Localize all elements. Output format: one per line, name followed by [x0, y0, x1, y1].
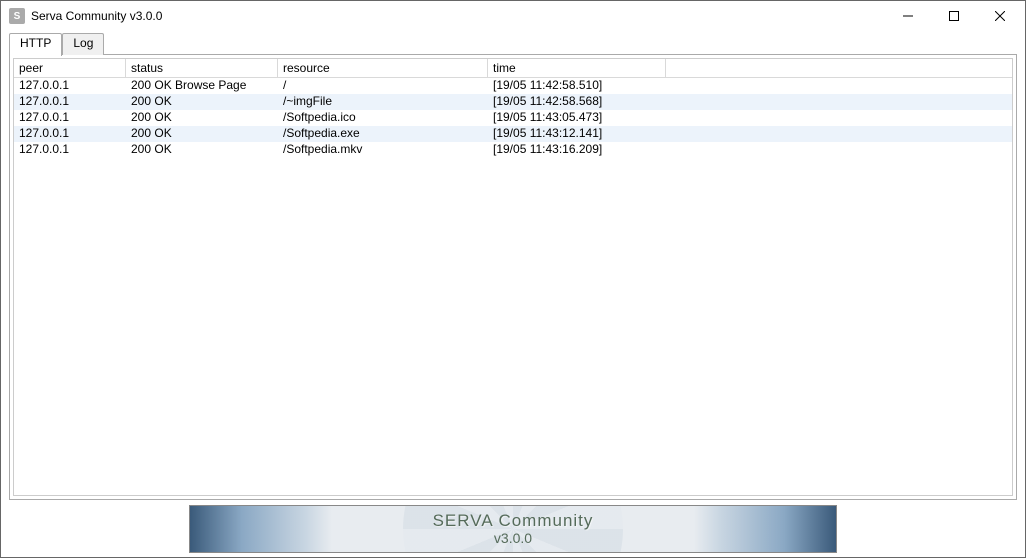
column-peer[interactable]: peer: [14, 59, 126, 77]
cell-time: [19/05 11:43:16.209]: [488, 142, 666, 158]
table-row[interactable]: 127.0.0.1200 OK/Softpedia.exe[19/05 11:4…: [14, 126, 1012, 142]
app-icon: S: [9, 8, 25, 24]
column-status[interactable]: status: [126, 59, 278, 77]
cell-time: [19/05 11:43:05.473]: [488, 110, 666, 126]
footer-banner[interactable]: SERVA Community v3.0.0: [189, 505, 837, 553]
table-row[interactable]: 127.0.0.1200 OK/Softpedia.ico[19/05 11:4…: [14, 110, 1012, 126]
cell-status: 200 OK: [126, 110, 278, 126]
cell-time: [19/05 11:42:58.510]: [488, 78, 666, 94]
table-row[interactable]: 127.0.0.1200 OK/~imgFile[19/05 11:42:58.…: [14, 94, 1012, 110]
titlebar: S Serva Community v3.0.0: [1, 1, 1025, 31]
cell-peer: 127.0.0.1: [14, 78, 126, 94]
cell-resource: /Softpedia.exe: [278, 126, 488, 142]
close-button[interactable]: [977, 1, 1023, 31]
cell-resource: /: [278, 78, 488, 94]
cell-time: [19/05 11:43:12.141]: [488, 126, 666, 142]
window-title: Serva Community v3.0.0: [31, 9, 885, 23]
cell-status: 200 OK: [126, 142, 278, 158]
footer-banner-wrap: SERVA Community v3.0.0: [9, 505, 1017, 553]
cell-time: [19/05 11:42:58.568]: [488, 94, 666, 110]
tab-log[interactable]: Log: [62, 33, 104, 55]
banner-title: SERVA Community: [433, 512, 594, 531]
cell-status: 200 OK Browse Page: [126, 78, 278, 94]
maximize-icon: [949, 11, 959, 21]
cell-status: 200 OK: [126, 126, 278, 142]
table-row[interactable]: 127.0.0.1200 OK/Softpedia.mkv[19/05 11:4…: [14, 142, 1012, 158]
content-area: HTTP Log peer status resource time 127.0…: [9, 33, 1017, 501]
column-spacer: [666, 59, 1012, 77]
banner-version: v3.0.0: [494, 531, 532, 546]
column-time[interactable]: time: [488, 59, 666, 77]
cell-peer: 127.0.0.1: [14, 94, 126, 110]
maximize-button[interactable]: [931, 1, 977, 31]
table-row[interactable]: 127.0.0.1200 OK Browse Page/[19/05 11:42…: [14, 78, 1012, 94]
column-resource[interactable]: resource: [278, 59, 488, 77]
cell-resource: /Softpedia.mkv: [278, 142, 488, 158]
tab-strip: HTTP Log: [9, 33, 1017, 55]
list-body: 127.0.0.1200 OK Browse Page/[19/05 11:42…: [14, 78, 1012, 158]
window-controls: [885, 1, 1023, 31]
close-icon: [995, 11, 1005, 21]
cell-resource: /~imgFile: [278, 94, 488, 110]
cell-peer: 127.0.0.1: [14, 142, 126, 158]
cell-status: 200 OK: [126, 94, 278, 110]
minimize-icon: [903, 11, 913, 21]
list-header: peer status resource time: [14, 59, 1012, 78]
cell-peer: 127.0.0.1: [14, 126, 126, 142]
minimize-button[interactable]: [885, 1, 931, 31]
tab-http[interactable]: HTTP: [9, 33, 62, 56]
tab-panel: peer status resource time 127.0.0.1200 O…: [9, 54, 1017, 500]
cell-peer: 127.0.0.1: [14, 110, 126, 126]
http-log-list[interactable]: peer status resource time 127.0.0.1200 O…: [13, 58, 1013, 496]
cell-resource: /Softpedia.ico: [278, 110, 488, 126]
